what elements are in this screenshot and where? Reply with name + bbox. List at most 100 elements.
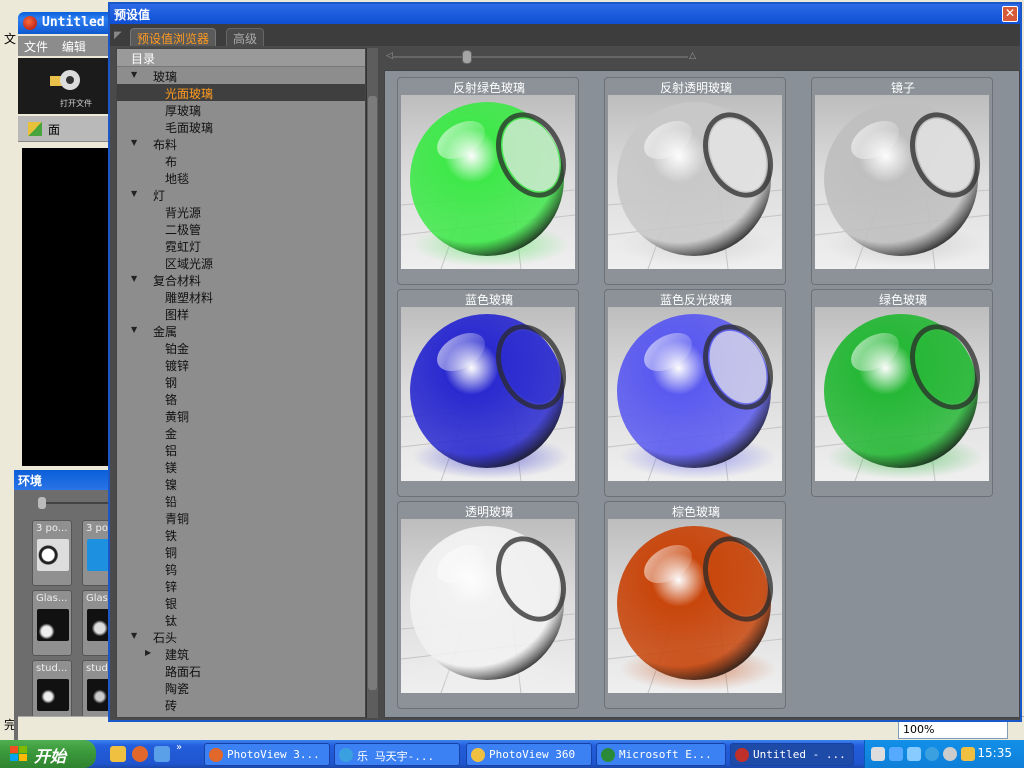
tree-category[interactable]: ▼ 金属: [117, 322, 365, 339]
collapse-arrow-icon[interactable]: ▼: [131, 274, 137, 283]
tree-category[interactable]: ▼ 布料: [117, 135, 365, 152]
tree-item[interactable]: 毛面玻璃: [117, 118, 365, 135]
tree-item[interactable]: 钢: [117, 373, 365, 390]
tray-network-icon[interactable]: [907, 747, 921, 761]
preset-card[interactable]: 蓝色反光玻璃: [604, 289, 786, 497]
menu-edit[interactable]: 编辑: [62, 40, 86, 54]
tree-item[interactable]: 霓虹灯: [117, 237, 365, 254]
tree-category[interactable]: ▼ 灯: [117, 186, 365, 203]
tree-item[interactable]: 黄铜: [117, 407, 365, 424]
tree-label: 光面玻璃: [165, 87, 214, 101]
chevron-right-icon[interactable]: »: [176, 742, 188, 754]
preset-preview-image: [608, 307, 782, 481]
collapse-arrow-icon[interactable]: ▼: [131, 138, 137, 147]
tree-item[interactable]: 青铜: [117, 509, 365, 526]
collapse-arrow-icon[interactable]: ▼: [131, 631, 137, 640]
tree-item[interactable]: 砖: [117, 696, 365, 713]
appearance-panel-header[interactable]: 面: [18, 116, 118, 142]
preset-card[interactable]: 反射绿色玻璃: [397, 77, 579, 285]
preset-preview-image: [401, 307, 575, 481]
preset-card[interactable]: 棕色玻璃: [604, 501, 786, 709]
tree-item[interactable]: 光面玻璃: [117, 84, 365, 101]
thumbnail-size-slider[interactable]: ◁ △: [386, 50, 696, 64]
category-tree: 目录 ▼ 玻璃 光面玻璃 厚玻璃 毛面玻璃 ▼ 布料布地毯 ▼ 灯背光源 二极管 霓虹灯 区域光源 ▼ 复…: [116, 48, 366, 718]
slider-knob[interactable]: [38, 497, 46, 509]
tree-item[interactable]: 铬: [117, 390, 365, 407]
environment-panel-title: 环境: [14, 470, 118, 490]
tree-item[interactable]: 金: [117, 424, 365, 441]
quicklaunch-app-icon[interactable]: [154, 746, 170, 762]
tray-kugou-icon[interactable]: [925, 747, 939, 761]
taskbar-button[interactable]: Microsoft E...: [596, 743, 726, 766]
tree-item[interactable]: 地毯: [117, 169, 365, 186]
preset-card[interactable]: 反射透明玻璃: [604, 77, 786, 285]
tree-item[interactable]: 雕塑材料: [117, 288, 365, 305]
taskbar-button[interactable]: 乐 马天宇-...: [334, 743, 460, 766]
tray-keyboard-icon[interactable]: [871, 747, 885, 761]
tree-item[interactable]: 厚玻璃: [117, 101, 365, 118]
start-button[interactable]: 开始: [0, 740, 96, 768]
tree-item[interactable]: 布: [117, 152, 365, 169]
preset-card[interactable]: 绿色玻璃: [811, 289, 993, 497]
tree-item[interactable]: 铝: [117, 441, 365, 458]
quicklaunch-firefox-icon[interactable]: [132, 746, 148, 762]
tree-item[interactable]: 银: [117, 594, 365, 611]
tree-category[interactable]: ▼ 复合材料: [117, 271, 365, 288]
zoom-field[interactable]: 100%: [898, 721, 1008, 739]
environment-thumb[interactable]: Glas...: [32, 590, 72, 656]
tray-volume-icon[interactable]: [961, 747, 975, 761]
tree-item[interactable]: 铜: [117, 543, 365, 560]
tab-advanced[interactable]: 高级: [226, 28, 265, 46]
close-icon[interactable]: ✕: [1002, 6, 1018, 22]
tree-label: 布料: [153, 138, 178, 152]
tree-item[interactable]: 镁: [117, 458, 365, 475]
slider-knob[interactable]: [462, 50, 472, 64]
tray-arrow-icon[interactable]: [889, 747, 903, 761]
collapse-arrow-icon[interactable]: ▼: [131, 70, 137, 79]
tree-item[interactable]: 路面石: [117, 662, 365, 679]
environment-size-slider[interactable]: [38, 497, 118, 509]
background-title-bar[interactable]: Untitled: [18, 12, 118, 34]
tree-item[interactable]: 背光源: [117, 203, 365, 220]
taskbar-button[interactable]: PhotoView 360: [466, 743, 592, 766]
tree-category[interactable]: ▼ 石头: [117, 628, 365, 645]
collapse-arrow-icon[interactable]: ▼: [131, 325, 137, 334]
tree-item[interactable]: 镍: [117, 475, 365, 492]
tree-scrollbar-thumb[interactable]: [368, 96, 377, 690]
taskbar-app-icon: [209, 748, 223, 762]
preset-card[interactable]: 镜子: [811, 77, 993, 285]
open-file-icon[interactable]: [48, 66, 82, 96]
tree-item[interactable]: 钨: [117, 560, 365, 577]
taskbar-button-label: Untitled - ...: [753, 748, 846, 761]
tab-preset-browser[interactable]: 预设值浏览器: [130, 28, 217, 46]
tree-item[interactable]: 铁: [117, 526, 365, 543]
tree-item[interactable]: 镀锌: [117, 356, 365, 373]
tree-scrollbar[interactable]: [366, 48, 378, 718]
collapse-arrow-icon[interactable]: ▼: [131, 189, 137, 198]
tree-item[interactable]: 陶瓷: [117, 679, 365, 696]
preset-card[interactable]: 透明玻璃: [397, 501, 579, 709]
dialog-title-bar[interactable]: 预设值 ✕: [110, 4, 1020, 24]
tray-app-icon[interactable]: [943, 747, 957, 761]
tree-item[interactable]: 二极管: [117, 220, 365, 237]
tree-label: 二极管: [165, 223, 202, 237]
tree-label: 霓虹灯: [165, 240, 202, 254]
taskbar-app-icon: [735, 748, 749, 762]
tree-item[interactable]: 锌: [117, 577, 365, 594]
tree-item[interactable]: ▶ 建筑: [117, 645, 365, 662]
tree-category[interactable]: ▼ 玻璃: [117, 67, 365, 84]
tree-item[interactable]: 图样: [117, 305, 365, 322]
taskbar-button[interactable]: PhotoView 3...: [204, 743, 330, 766]
tree-item[interactable]: 铂金: [117, 339, 365, 356]
expand-arrow-icon[interactable]: ▶: [145, 648, 151, 657]
tree-item[interactable]: 区域光源: [117, 254, 365, 271]
environment-thumb[interactable]: 3 po...: [32, 520, 72, 586]
tree-label: 青铜: [165, 512, 190, 526]
tree-item[interactable]: 钛: [117, 611, 365, 628]
preset-card[interactable]: 蓝色玻璃: [397, 289, 579, 497]
menu-file[interactable]: 文件: [24, 40, 48, 54]
quicklaunch-mail-icon[interactable]: [110, 746, 126, 762]
environment-thumb-label: 3 po...: [36, 523, 68, 534]
taskbar-button[interactable]: Untitled - ...: [730, 743, 854, 766]
tree-item[interactable]: 铅: [117, 492, 365, 509]
